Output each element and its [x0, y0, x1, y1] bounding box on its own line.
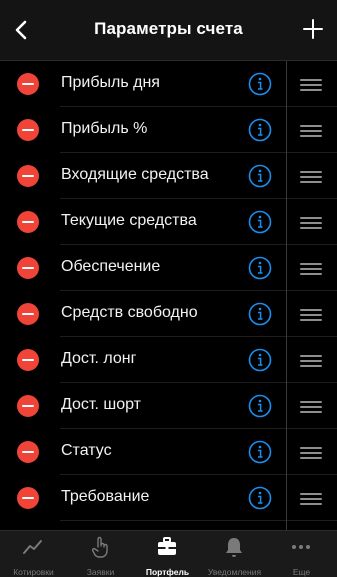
reorder-handle-icon[interactable] — [300, 355, 322, 367]
delete-button[interactable] — [17, 303, 39, 325]
reorder-handle-icon[interactable] — [300, 447, 322, 459]
delete-button[interactable] — [17, 395, 39, 417]
chart-line-icon — [23, 540, 42, 554]
bell-icon — [226, 538, 242, 557]
reorder-handle-icon[interactable] — [300, 171, 322, 183]
row-label: Требование — [61, 488, 150, 505]
chevron-left-icon[interactable] — [10, 18, 34, 42]
info-icon[interactable] — [248, 72, 272, 96]
row-label: Обеспечение — [61, 258, 161, 275]
reorder-handle-icon[interactable] — [300, 217, 322, 229]
navigation-bar: Параметры счета — [0, 0, 337, 61]
delete-button[interactable] — [17, 211, 39, 233]
row-label: Прибыль дня — [61, 74, 160, 91]
info-icon[interactable] — [248, 256, 272, 280]
reorder-handle-icon[interactable] — [300, 79, 322, 91]
reorder-handle-icon[interactable] — [300, 401, 322, 413]
delete-button[interactable] — [17, 73, 39, 95]
row-label: Средств свободно — [61, 304, 198, 321]
tab-quotes[interactable]: Котировки — [0, 531, 67, 577]
briefcase-icon — [158, 537, 176, 555]
page-title: Параметры счета — [94, 19, 243, 38]
reorder-handle-icon[interactable] — [300, 493, 322, 505]
info-icon[interactable] — [248, 164, 272, 188]
info-icon[interactable] — [248, 118, 272, 142]
hand-pointer-icon — [91, 536, 108, 558]
row-label: Входящие средства — [61, 166, 209, 183]
delete-button[interactable] — [17, 257, 39, 279]
reorder-column-divider — [286, 61, 287, 530]
info-icon[interactable] — [248, 302, 272, 326]
row-label: Дост. шорт — [61, 396, 141, 413]
delete-button[interactable] — [17, 165, 39, 187]
plus-icon[interactable] — [301, 17, 325, 41]
delete-button[interactable] — [17, 349, 39, 371]
info-icon[interactable] — [248, 440, 272, 464]
more-dots-icon — [292, 545, 310, 549]
info-icon[interactable] — [248, 210, 272, 234]
tab-orders[interactable]: Заявки — [67, 531, 134, 577]
reorder-handle-icon[interactable] — [300, 263, 322, 275]
info-icon[interactable] — [248, 348, 272, 372]
row-label: Текущие средства — [61, 212, 197, 229]
tab-more[interactable]: Еще — [268, 531, 335, 577]
info-icon[interactable] — [248, 394, 272, 418]
row-label: Прибыль % — [61, 120, 148, 137]
tab-bar: Котировки Заявки Портфель Уведомления Ещ… — [0, 530, 337, 577]
info-icon[interactable] — [248, 486, 272, 510]
reorder-handle-icon[interactable] — [300, 309, 322, 321]
delete-button[interactable] — [17, 119, 39, 141]
tab-notifications[interactable]: Уведомления — [201, 531, 268, 577]
row-label: Дост. лонг — [61, 350, 137, 367]
delete-button[interactable] — [17, 441, 39, 463]
reorder-handle-icon[interactable] — [300, 125, 322, 137]
delete-button[interactable] — [17, 487, 39, 509]
tab-portfolio[interactable]: Портфель — [134, 531, 201, 577]
row-label: Статус — [61, 442, 112, 459]
